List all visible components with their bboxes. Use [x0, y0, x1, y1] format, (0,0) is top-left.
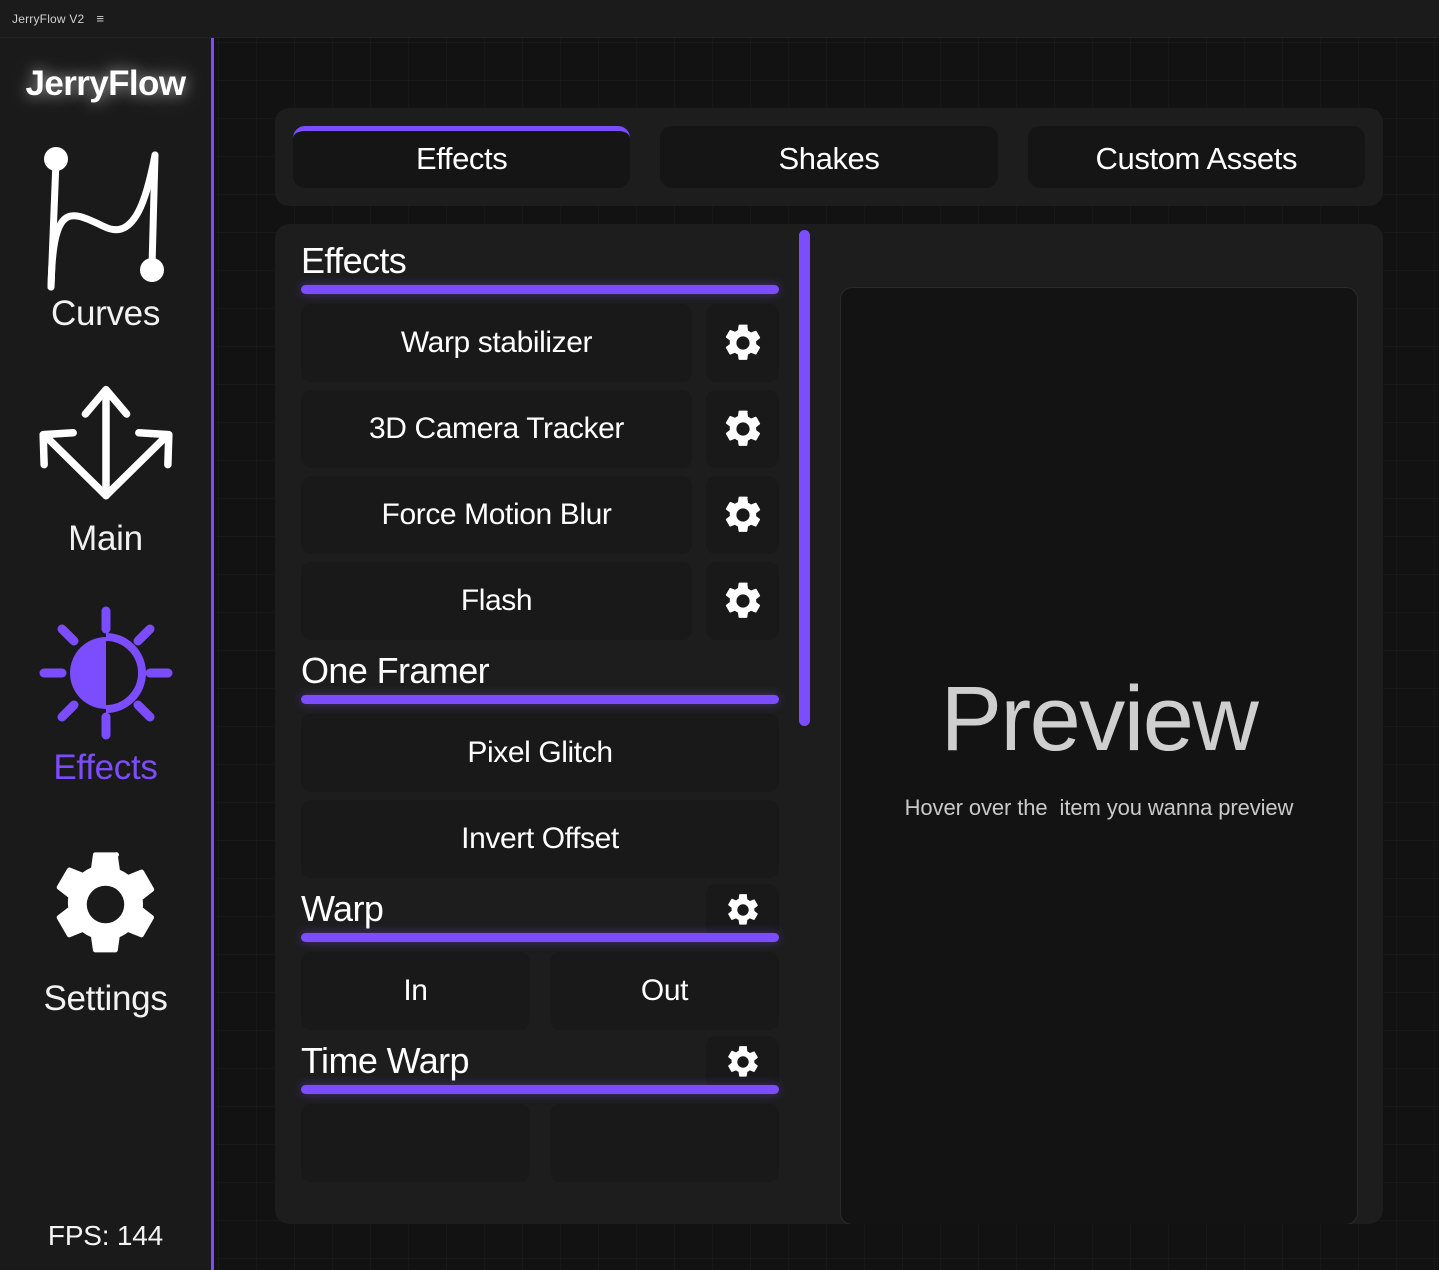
settings-gear-3d-camera-tracker[interactable] [706, 390, 779, 468]
app-window: JerryFlow V2 ≡ JerryFlow Curves [0, 0, 1439, 1270]
list-item: Warp stabilizer [301, 304, 779, 382]
curves-icon [31, 144, 181, 294]
sidebar-item-label: Settings [43, 981, 167, 1016]
sidebar-item-settings[interactable]: Settings [0, 821, 211, 1020]
section-header-time-warp: Time Warp [301, 1038, 779, 1096]
sidebar-item-curves[interactable]: Curves [0, 136, 211, 335]
sidebar-item-label: Curves [51, 296, 160, 331]
section-title: Effects [301, 242, 779, 280]
effect-warp-stabilizer[interactable]: Warp stabilizer [301, 304, 692, 382]
settings-gear-force-motion-blur[interactable] [706, 476, 779, 554]
tab-custom-assets[interactable]: Custom Assets [1028, 126, 1365, 188]
list-item: In Out [301, 952, 779, 1030]
section-divider [301, 695, 779, 704]
app-title: JerryFlow V2 [12, 12, 84, 26]
tab-effects[interactable]: Effects [293, 126, 630, 188]
title-bar: JerryFlow V2 ≡ [0, 0, 1439, 38]
settings-gear-time-warp[interactable] [706, 1036, 779, 1088]
section-header-one-framer: One Framer [301, 648, 779, 706]
list-item: Force Motion Blur [301, 476, 779, 554]
list-item [301, 1104, 779, 1182]
settings-gear-flash[interactable] [706, 562, 779, 640]
effect-flash[interactable]: Flash [301, 562, 692, 640]
preview-panel: Preview Hover over the item you wanna pr… [840, 287, 1358, 1224]
settings-gear-warp-stabilizer[interactable] [706, 304, 779, 382]
fps-counter: FPS: 144 [48, 1220, 163, 1252]
list-item: Pixel Glitch [301, 714, 779, 792]
hamburger-menu-icon[interactable]: ≡ [96, 12, 104, 25]
main-arrows-icon [31, 369, 181, 519]
effect-pixel-glitch[interactable]: Pixel Glitch [301, 714, 779, 792]
sidebar-nav: Curves Main [0, 134, 211, 1220]
warp-in-button[interactable]: In [301, 952, 530, 1030]
sidebar-item-label: Effects [53, 750, 157, 785]
effects-list: Effects Warp stabilizer 3D Camera Tracke… [295, 224, 785, 1224]
effects-list-scrollbar[interactable] [793, 224, 815, 1224]
gear-icon [31, 829, 181, 979]
tab-shakes[interactable]: Shakes [660, 126, 997, 188]
section-divider [301, 1085, 779, 1094]
sidebar-item-main[interactable]: Main [0, 361, 211, 560]
effect-invert-offset[interactable]: Invert Offset [301, 800, 779, 878]
list-item: 3D Camera Tracker [301, 390, 779, 468]
section-divider [301, 933, 779, 942]
brightness-icon [31, 598, 181, 748]
section-header-warp: Warp [301, 886, 779, 944]
time-warp-in-button[interactable] [301, 1104, 530, 1182]
list-item: Flash [301, 562, 779, 640]
scrollbar-thumb[interactable] [799, 230, 810, 726]
effect-force-motion-blur[interactable]: Force Motion Blur [301, 476, 692, 554]
section-header-effects: Effects [301, 238, 779, 296]
sidebar-item-effects[interactable]: Effects [0, 590, 211, 789]
time-warp-out-button[interactable] [550, 1104, 779, 1182]
preview-title: Preview [941, 673, 1258, 765]
settings-gear-warp[interactable] [706, 884, 779, 936]
main-content: Effects Shakes Custom Assets Effects War… [217, 38, 1439, 1270]
tab-bar: Effects Shakes Custom Assets [275, 108, 1383, 206]
brand-logo: JerryFlow [26, 64, 186, 104]
list-item: Invert Offset [301, 800, 779, 878]
section-title: One Framer [301, 652, 779, 690]
section-divider [301, 285, 779, 294]
warp-out-button[interactable]: Out [550, 952, 779, 1030]
effects-panel: Effects Warp stabilizer 3D Camera Tracke… [275, 224, 1383, 1224]
effect-3d-camera-tracker[interactable]: 3D Camera Tracker [301, 390, 692, 468]
preview-subtitle: Hover over the item you wanna preview [905, 795, 1294, 821]
sidebar: JerryFlow Curves [0, 38, 214, 1270]
sidebar-item-label: Main [68, 521, 143, 556]
